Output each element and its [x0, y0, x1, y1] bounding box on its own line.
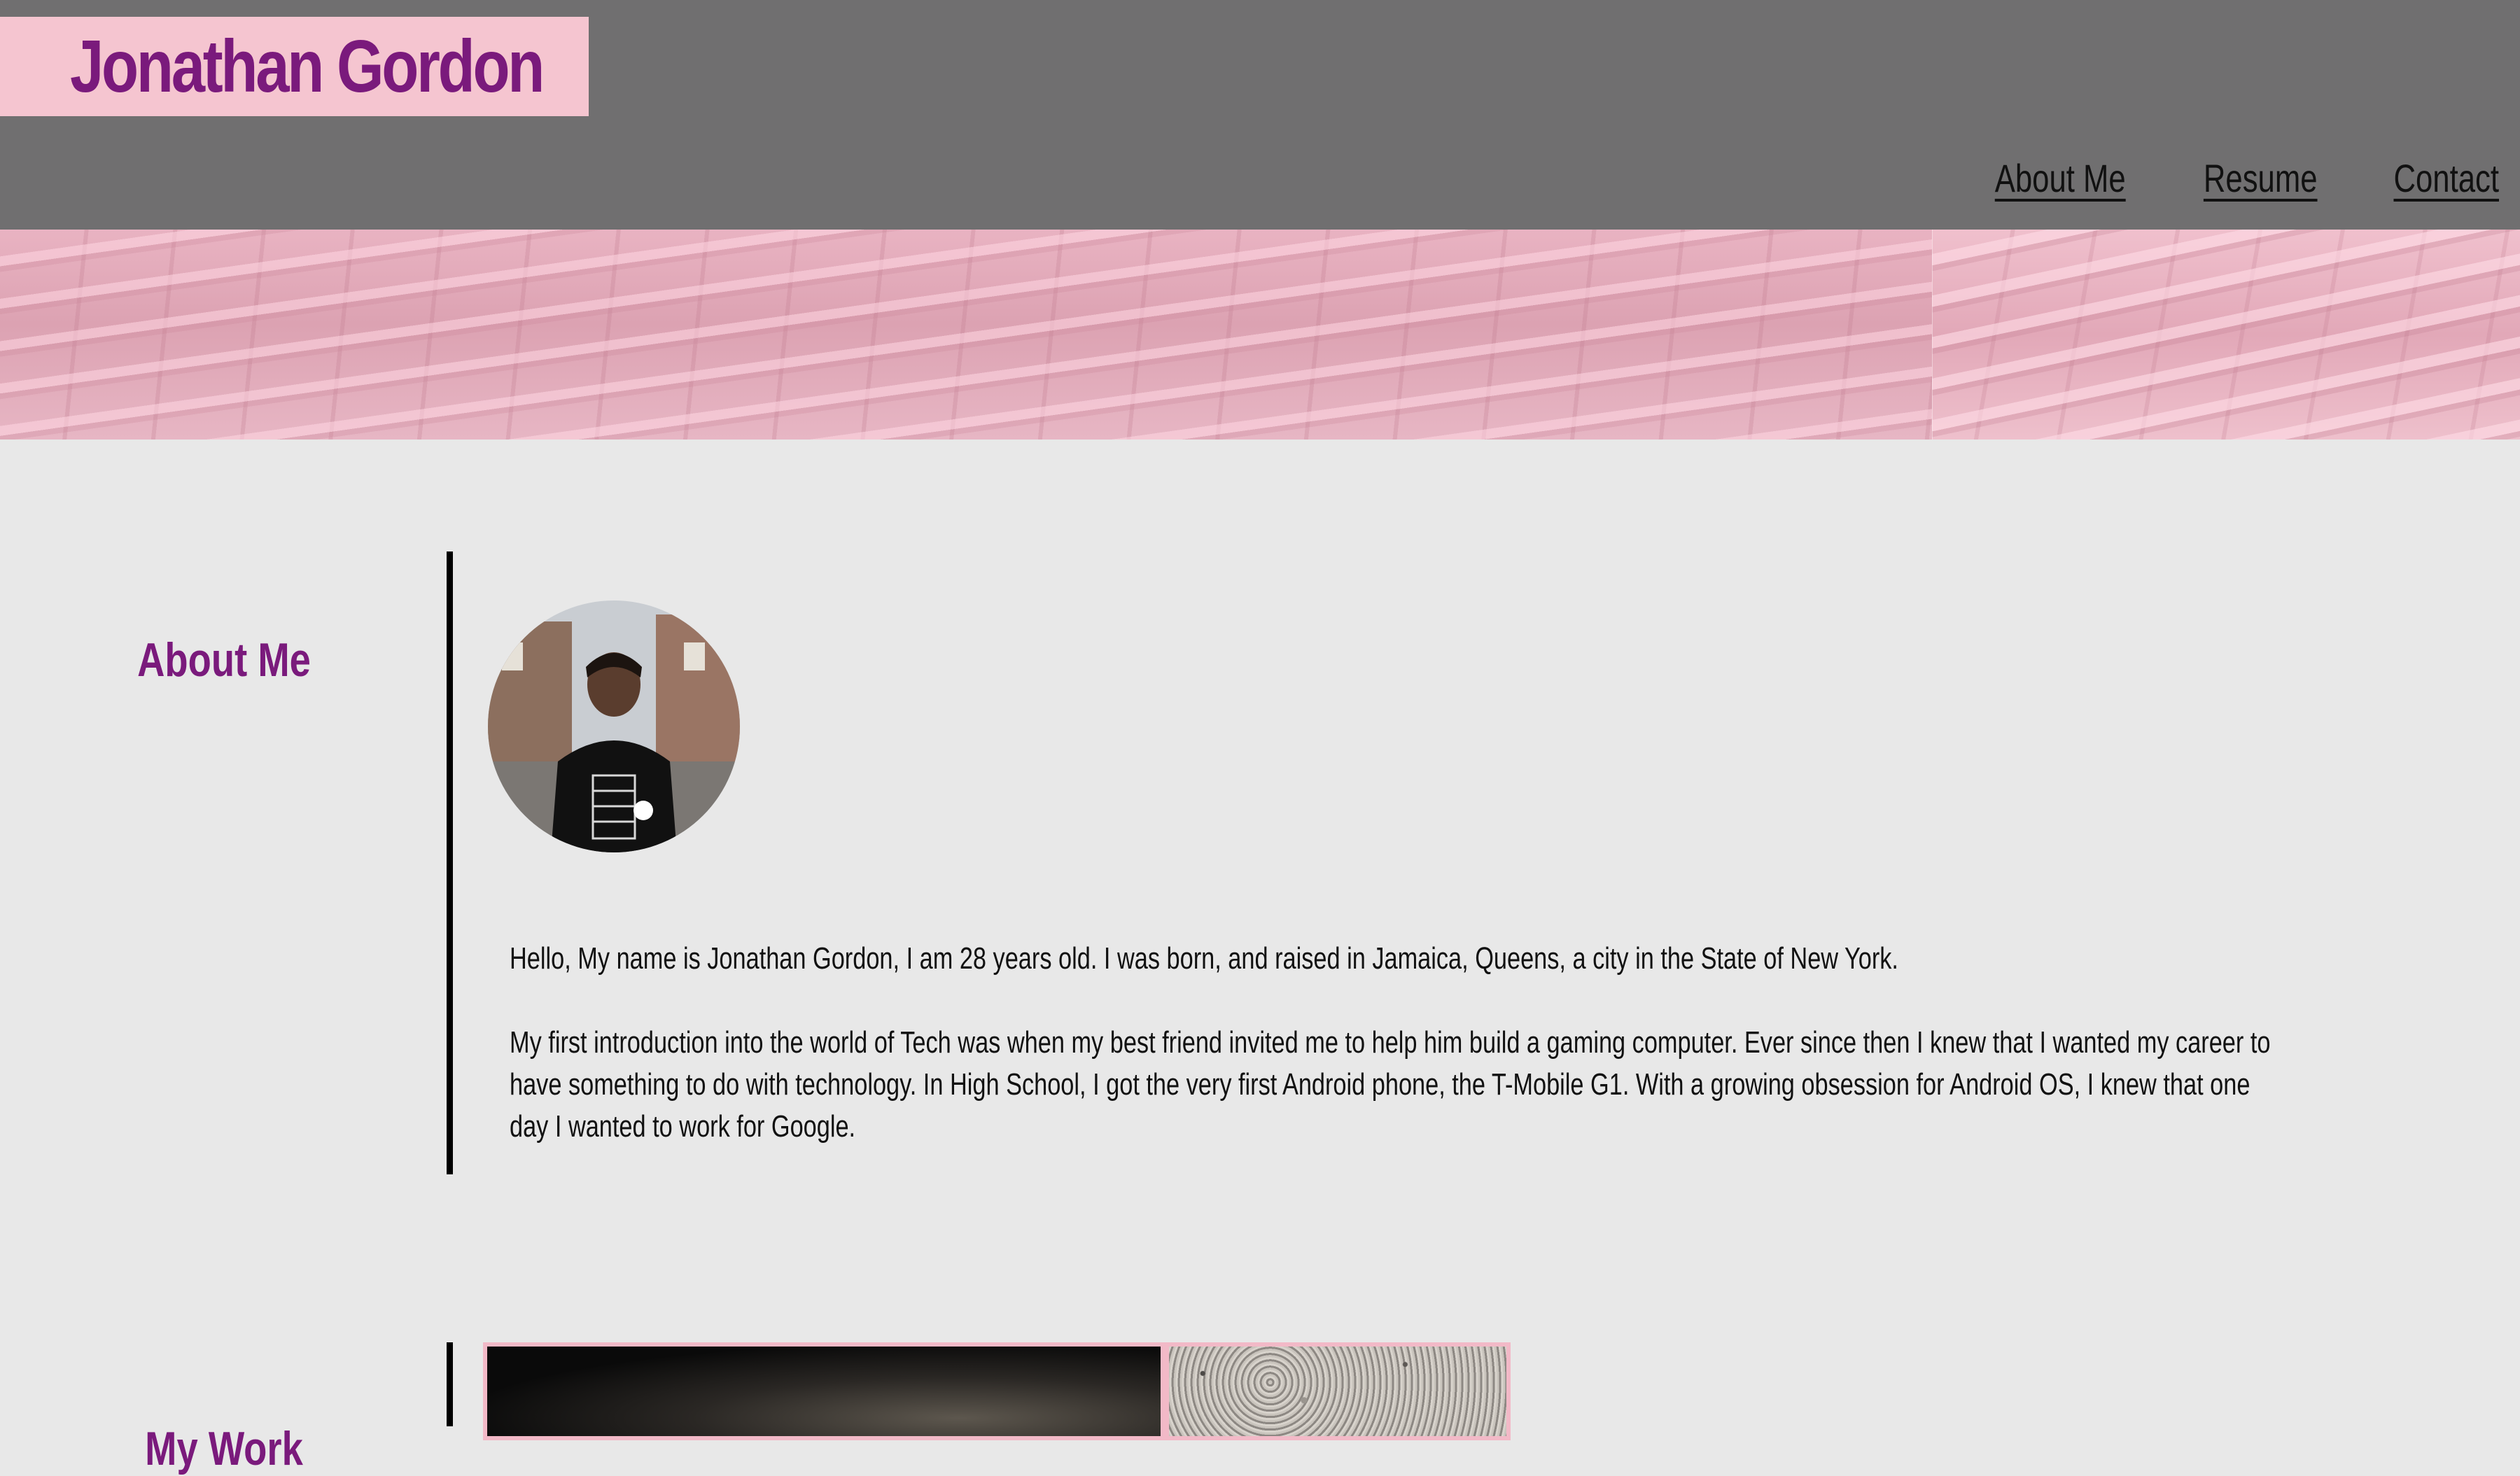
work-thumbnail[interactable]	[483, 1342, 1165, 1440]
nav-link-resume[interactable]: Resume	[2204, 155, 2318, 201]
about-paragraph-text: My first introduction into the world of …	[510, 1025, 2271, 1144]
banner-image-main	[0, 230, 1932, 440]
about-heading: About Me	[137, 633, 311, 687]
nav-link-about-me[interactable]: About Me	[1995, 155, 2126, 201]
site-header: Jonathan Gordon About Me Resume Contact	[0, 0, 2520, 230]
brand-box[interactable]: Jonathan Gordon	[0, 17, 589, 116]
about-paragraph: My first introduction into the world of …	[510, 1022, 2288, 1148]
work-heading: My Work	[145, 1422, 303, 1476]
profile-photo	[488, 600, 740, 852]
banner-image-side	[1932, 230, 2520, 440]
nav-link-contact[interactable]: Contact	[2393, 155, 2499, 201]
about-paragraph-text: Hello, My name is Jonathan Gordon, I am …	[510, 941, 1898, 976]
about-divider	[447, 551, 453, 1174]
work-thumbnail[interactable]	[1165, 1342, 1511, 1440]
about-paragraph: Hello, My name is Jonathan Gordon, I am …	[510, 938, 2288, 980]
hero-banner	[0, 230, 2520, 440]
work-divider	[447, 1342, 453, 1426]
site-title[interactable]: Jonathan Gordon	[70, 24, 545, 109]
main-nav: About Me Resume Contact	[1958, 155, 2499, 201]
